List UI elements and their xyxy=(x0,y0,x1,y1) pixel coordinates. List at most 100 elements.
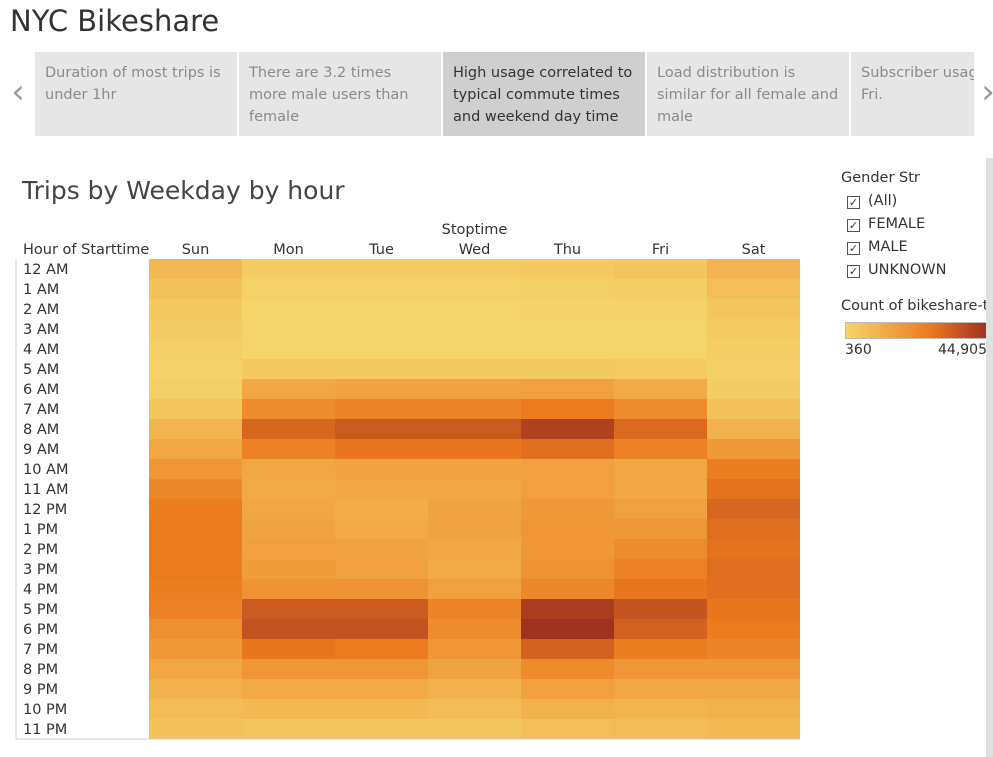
story-point-5[interactable]: Subscriber usage Mon-Fri. xyxy=(851,52,974,136)
story-point-3[interactable]: High usage correlated to typical commute… xyxy=(443,52,645,136)
heatmap-cell xyxy=(335,639,428,659)
heatmap-cell xyxy=(335,519,428,539)
filter-item-male[interactable]: ✓ MALE xyxy=(841,238,991,261)
heatmap-cell xyxy=(428,379,521,399)
heatmap-cell xyxy=(335,299,428,319)
row-label: 9 AM xyxy=(23,442,59,458)
heatmap-cell xyxy=(521,559,614,579)
heatmap-cell xyxy=(707,419,800,439)
heatmap-cell xyxy=(707,619,800,639)
heatmap-cell xyxy=(614,459,707,479)
heatmap-cell xyxy=(614,419,707,439)
heatmap-cell xyxy=(335,719,428,739)
heatmap-cell xyxy=(335,499,428,519)
heatmap-cell xyxy=(614,339,707,359)
scrollbar-thumb[interactable] xyxy=(986,158,993,757)
heatmap-cell xyxy=(707,439,800,459)
heatmap-cell xyxy=(335,599,428,619)
heatmap-cell xyxy=(149,559,242,579)
story-point-strip: Duration of most trips is under 1hr Ther… xyxy=(35,52,974,136)
filter-label: MALE xyxy=(868,239,908,255)
row-label: 5 AM xyxy=(23,362,59,378)
heatmap-cell xyxy=(149,399,242,419)
heatmap-cell xyxy=(149,639,242,659)
filter-item-all[interactable]: ✓ (All) xyxy=(841,192,991,215)
heatmap-cell xyxy=(242,399,335,419)
heatmap-cell xyxy=(149,359,242,379)
story-point-4[interactable]: Load distribution is similar for all fem… xyxy=(647,52,849,136)
heatmap-cell xyxy=(707,499,800,519)
heatmap-cell xyxy=(428,519,521,539)
checkbox-checked-icon[interactable]: ✓ xyxy=(847,219,860,232)
filter-item-unknown[interactable]: ✓ UNKNOWN xyxy=(841,261,991,284)
heatmap-cell xyxy=(614,599,707,619)
chevron-left-icon[interactable]: ‹ xyxy=(6,72,30,112)
heatmap-cell xyxy=(521,699,614,719)
heatmap-cell xyxy=(428,659,521,679)
heatmap-cell xyxy=(242,619,335,639)
heatmap-cell xyxy=(521,339,614,359)
heatmap-cell xyxy=(614,439,707,459)
row-label: 1 PM xyxy=(23,522,58,538)
heatmap-cell xyxy=(242,319,335,339)
heatmap-cell xyxy=(614,379,707,399)
heatmap-cell xyxy=(614,519,707,539)
row-label: 8 PM xyxy=(23,662,58,678)
heatmap-chart: Stoptime Hour of Starttime Sun Mon Tue Wed Thu… xyxy=(15,222,800,740)
heatmap-cell xyxy=(614,539,707,559)
heatmap-cell xyxy=(149,539,242,559)
heatmap-cell xyxy=(428,579,521,599)
row-label: 12 PM xyxy=(23,502,67,518)
heatmap-cell xyxy=(707,679,800,699)
heatmap-cell xyxy=(149,699,242,719)
row-label: 2 PM xyxy=(23,542,58,558)
heatmap-cell xyxy=(428,479,521,499)
heatmap-cell xyxy=(242,579,335,599)
heatmap-cell xyxy=(614,639,707,659)
heatmap-cell xyxy=(614,279,707,299)
row-label: 11 PM xyxy=(23,722,67,738)
heatmap-cell xyxy=(242,359,335,379)
heatmap-cell xyxy=(428,439,521,459)
row-label: 7 PM xyxy=(23,642,58,658)
heatmap-cell xyxy=(428,499,521,519)
heatmap-cell xyxy=(707,299,800,319)
heatmap-cell xyxy=(614,659,707,679)
row-label: 6 AM xyxy=(23,382,59,398)
chevron-right-icon[interactable]: › xyxy=(976,72,993,112)
heatmap-cell xyxy=(335,479,428,499)
heatmap-cell xyxy=(521,619,614,639)
story-point-1[interactable]: Duration of most trips is under 1hr xyxy=(35,52,237,136)
heatmap-cell xyxy=(521,359,614,379)
heatmap-cell xyxy=(614,559,707,579)
row-label: 11 AM xyxy=(23,482,69,498)
filter-item-female[interactable]: ✓ FEMALE xyxy=(841,215,991,238)
heatmap-cell xyxy=(428,699,521,719)
checkbox-checked-icon[interactable]: ✓ xyxy=(847,196,860,209)
heatmap-cell xyxy=(707,259,800,279)
heatmap-cell xyxy=(335,379,428,399)
color-ramp xyxy=(845,322,987,339)
row-label: 9 PM xyxy=(23,682,58,698)
heatmap-cell xyxy=(335,579,428,599)
column-label: Thu xyxy=(553,242,581,258)
column-label: Fri xyxy=(652,242,669,258)
heatmap-cell xyxy=(707,719,800,739)
heatmap-cell xyxy=(335,459,428,479)
checkbox-checked-icon[interactable]: ✓ xyxy=(847,242,860,255)
heatmap-cell xyxy=(242,599,335,619)
column-label: Sun xyxy=(182,242,210,258)
heatmap-cell xyxy=(428,539,521,559)
row-label: 3 PM xyxy=(23,562,58,578)
heatmap-cell xyxy=(707,399,800,419)
heatmap-cell xyxy=(242,479,335,499)
heatmap-cell xyxy=(149,439,242,459)
heatmap-cell xyxy=(707,279,800,299)
checkbox-checked-icon[interactable]: ✓ xyxy=(847,265,860,278)
vertical-scrollbar[interactable] xyxy=(986,158,993,757)
story-point-2[interactable]: There are 3.2 times more male users than… xyxy=(239,52,441,136)
heatmap-cell xyxy=(428,459,521,479)
row-label: 4 PM xyxy=(23,582,58,598)
heatmap-cell xyxy=(521,519,614,539)
heatmap-cell xyxy=(335,679,428,699)
